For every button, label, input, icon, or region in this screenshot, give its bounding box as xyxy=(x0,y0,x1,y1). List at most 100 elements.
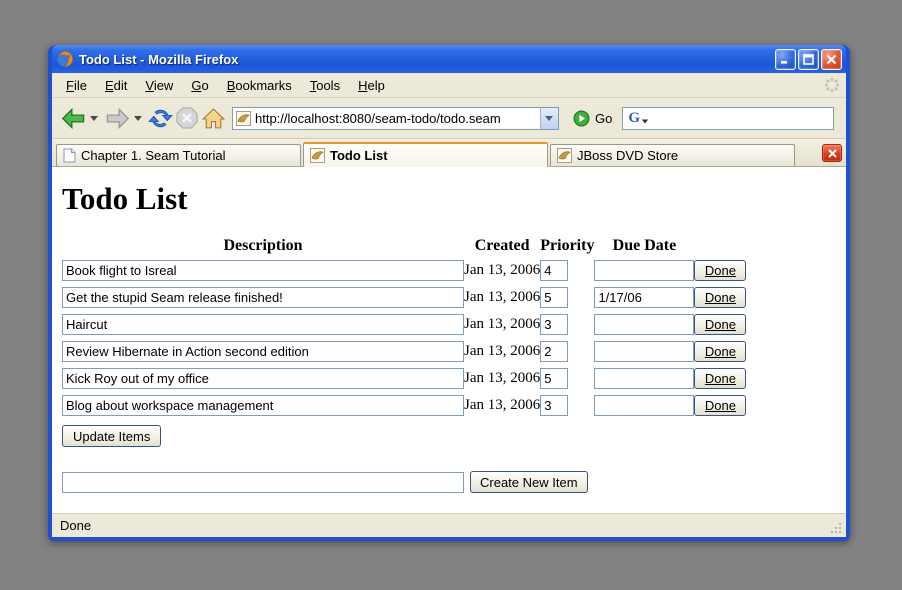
todo-table: Description Created Priority Due Date Ja… xyxy=(62,237,746,422)
tab-chapter1-seam-tutorial[interactable]: Chapter 1. Seam Tutorial xyxy=(56,144,301,166)
forward-button[interactable] xyxy=(104,105,131,132)
col-header-description: Description xyxy=(62,237,464,260)
done-button[interactable]: Done xyxy=(694,341,746,362)
stop-button[interactable] xyxy=(175,106,199,130)
col-header-actions xyxy=(694,237,746,260)
new-item-input[interactable] xyxy=(62,472,464,493)
forward-icon xyxy=(104,105,131,132)
reload-icon xyxy=(148,106,173,131)
todo-row: Jan 13, 2006 Done xyxy=(62,368,746,395)
back-button[interactable] xyxy=(60,105,87,132)
created-date: Jan 13, 2006 xyxy=(464,260,540,287)
minimize-button[interactable] xyxy=(775,49,796,70)
url-bar[interactable] xyxy=(232,107,559,130)
description-input[interactable] xyxy=(62,287,464,308)
forward-dropdown-icon[interactable] xyxy=(134,116,142,121)
desktop-background: Todo List - Mozilla Firefox File Edit Vi… xyxy=(0,0,902,590)
search-input[interactable] xyxy=(653,110,833,127)
created-date: Jan 13, 2006 xyxy=(464,314,540,341)
menu-bar: File Edit View Go Bookmarks Tools Help xyxy=(52,73,846,98)
description-input[interactable] xyxy=(62,314,464,335)
page-content: Todo List Description Created Priority D… xyxy=(52,167,846,512)
title-bar[interactable]: Todo List - Mozilla Firefox xyxy=(52,45,846,73)
go-icon[interactable] xyxy=(573,110,590,127)
done-button[interactable]: Done xyxy=(694,260,746,281)
throbber-icon xyxy=(824,77,840,93)
site-favicon xyxy=(557,148,572,163)
google-icon[interactable]: G xyxy=(628,111,640,126)
reload-button[interactable] xyxy=(148,106,173,131)
due-date-input[interactable] xyxy=(594,368,694,389)
priority-input[interactable] xyxy=(540,341,568,362)
update-items-button[interactable]: Update Items xyxy=(62,425,161,447)
done-button[interactable]: Done xyxy=(694,314,746,335)
done-button[interactable]: Done xyxy=(694,287,746,308)
todo-row: Jan 13, 2006 Done xyxy=(62,260,746,287)
col-header-created: Created xyxy=(464,237,540,260)
tab-label: JBoss DVD Store xyxy=(577,148,678,163)
stop-icon xyxy=(175,106,199,130)
description-input[interactable] xyxy=(62,395,464,416)
firefox-icon xyxy=(56,50,74,68)
tab-label: Chapter 1. Seam Tutorial xyxy=(81,148,226,163)
col-header-due-date: Due Date xyxy=(594,237,694,260)
window-title: Todo List - Mozilla Firefox xyxy=(79,52,770,67)
todo-row: Jan 13, 2006 Done xyxy=(62,395,746,422)
document-icon xyxy=(63,148,76,163)
menu-help[interactable]: Help xyxy=(350,75,393,96)
home-button[interactable] xyxy=(201,106,226,131)
due-date-input[interactable] xyxy=(594,314,694,335)
menu-view[interactable]: View xyxy=(137,75,181,96)
due-date-input[interactable] xyxy=(594,395,694,416)
menu-file[interactable]: File xyxy=(58,75,95,96)
maximize-button[interactable] xyxy=(798,49,819,70)
page-title: Todo List xyxy=(62,181,846,217)
description-input[interactable] xyxy=(62,368,464,389)
table-header-row: Description Created Priority Due Date xyxy=(62,237,746,260)
priority-input[interactable] xyxy=(540,395,568,416)
close-tab-icon xyxy=(828,149,837,158)
priority-input[interactable] xyxy=(540,287,568,308)
created-date: Jan 13, 2006 xyxy=(464,287,540,314)
done-button[interactable]: Done xyxy=(694,395,746,416)
menu-bookmarks[interactable]: Bookmarks xyxy=(219,75,300,96)
priority-input[interactable] xyxy=(540,368,568,389)
todo-row: Jan 13, 2006 Done xyxy=(62,314,746,341)
resize-grip[interactable] xyxy=(829,521,844,537)
todo-row: Jan 13, 2006 Done xyxy=(62,287,746,314)
go-button[interactable]: Go xyxy=(595,111,612,126)
create-new-item-button[interactable]: Create New Item xyxy=(470,471,588,493)
description-input[interactable] xyxy=(62,341,464,362)
description-input[interactable] xyxy=(62,260,464,281)
search-bar[interactable]: G xyxy=(622,107,834,130)
close-tab-button[interactable] xyxy=(822,144,842,162)
back-icon xyxy=(60,105,87,132)
url-dropdown-icon[interactable] xyxy=(540,108,558,129)
close-button[interactable] xyxy=(821,49,842,70)
navigation-toolbar: Go G xyxy=(52,98,846,139)
priority-input[interactable] xyxy=(540,314,568,335)
menu-go[interactable]: Go xyxy=(183,75,216,96)
back-dropdown-icon[interactable] xyxy=(90,116,98,121)
menu-edit[interactable]: Edit xyxy=(97,75,135,96)
url-input[interactable] xyxy=(255,109,540,128)
site-favicon xyxy=(310,148,325,163)
due-date-input[interactable] xyxy=(594,341,694,362)
created-date: Jan 13, 2006 xyxy=(464,368,540,395)
search-engine-dropdown-icon[interactable] xyxy=(642,119,648,123)
home-icon xyxy=(201,106,226,131)
due-date-input[interactable] xyxy=(594,260,694,281)
due-date-input[interactable] xyxy=(594,287,694,308)
todo-row: Jan 13, 2006 Done xyxy=(62,341,746,368)
tab-todo-list[interactable]: Todo List xyxy=(303,142,548,167)
priority-input[interactable] xyxy=(540,260,568,281)
browser-window: Todo List - Mozilla Firefox File Edit Vi… xyxy=(48,45,850,541)
tab-label: Todo List xyxy=(330,148,388,163)
tab-jboss-dvd-store[interactable]: JBoss DVD Store xyxy=(550,144,795,166)
done-button[interactable]: Done xyxy=(694,368,746,389)
status-bar: Done xyxy=(52,512,846,537)
tab-bar: Chapter 1. Seam Tutorial Todo List JBoss… xyxy=(52,139,846,167)
created-date: Jan 13, 2006 xyxy=(464,395,540,422)
create-item-row: Create New Item xyxy=(62,471,846,493)
menu-tools[interactable]: Tools xyxy=(302,75,348,96)
